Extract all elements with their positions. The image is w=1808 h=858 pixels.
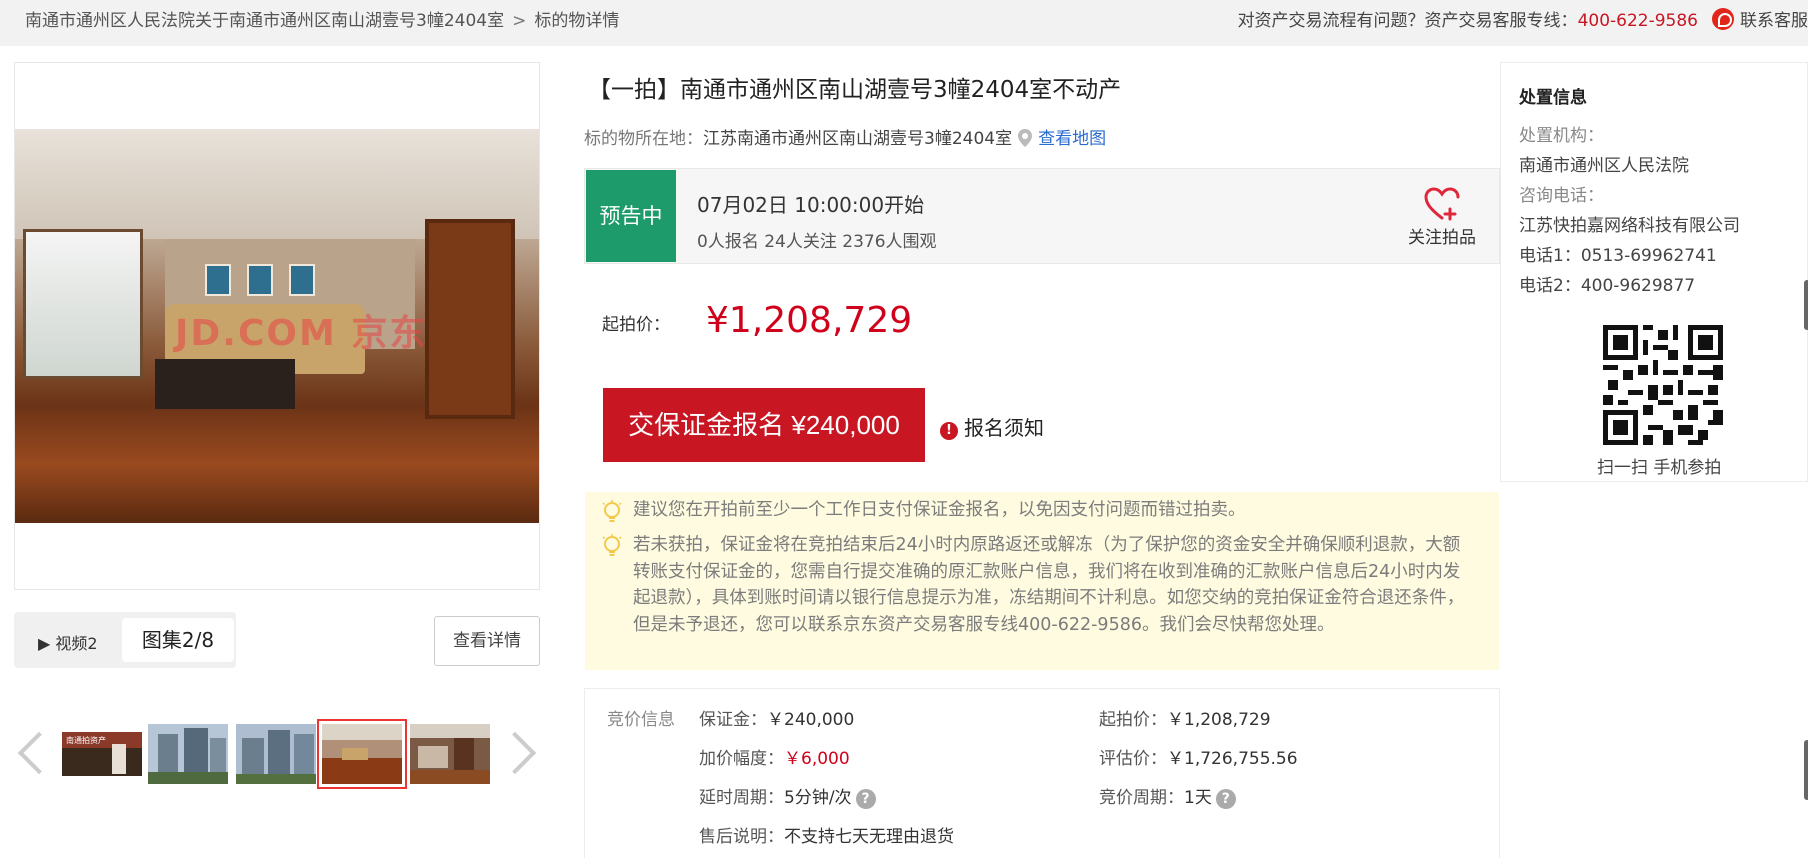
view-details-button[interactable]: 查看详情 (434, 616, 540, 666)
main-photo[interactable]: JD.COM 京东 (15, 129, 539, 523)
alert-icon: ! (940, 422, 958, 440)
phone-2: 电话2：400-9629877 (1519, 276, 1696, 296)
help-question-icon[interactable]: ? (1215, 789, 1236, 809)
appraisal-row: 评估价：￥1,726,755.56 (1099, 744, 1298, 769)
thumbnail-1[interactable]: 南通拍资产 (62, 724, 142, 784)
appraisal-value: ￥1,726,755.56 (1167, 749, 1298, 769)
thumbnail-4-selected[interactable] (317, 719, 407, 789)
tip-2: 若未获拍，保证金将在竞拍结束后24小时内原路返还或解冻（为了保护您的资金安全并确… (633, 535, 1465, 635)
photo-table (155, 359, 295, 409)
qr-caption: 扫一扫 手机参拍 (1597, 458, 1722, 478)
contact-service-link[interactable]: 联系客服 (1740, 11, 1808, 31)
lightbulb-icon (602, 500, 622, 522)
deposit-row: 保证金：￥240,000 (699, 705, 854, 730)
cycle-label: 竞价周期： (1099, 788, 1184, 808)
breadcrumb: 南通市通州区人民法院关于南通市通州区南山湖壹号3幢2404室 > 标的物详情 (25, 6, 619, 31)
increment-value: ￥6,000 (784, 749, 850, 769)
photo-watermark: JD.COM 京东 (175, 313, 428, 354)
registration-notice-link[interactable]: ! 报名须知 (940, 412, 1044, 441)
location-label: 标的物所在地： (584, 129, 703, 149)
status-badge: 预告中 (586, 170, 676, 262)
start-price-value: ￥1,208,729 (1167, 710, 1271, 730)
thumbnail-prev-arrow-icon[interactable] (14, 730, 44, 778)
customer-service-icon[interactable] (1712, 8, 1734, 30)
heart-plus-icon (1424, 187, 1460, 221)
participation-counts: 0人报名 24人关注 2376人围观 (697, 232, 937, 252)
photo-painting (289, 264, 315, 296)
follow-label: 关注拍品 (1408, 228, 1476, 248)
photo-window (23, 229, 143, 379)
thumbnail-caption: 南通拍资产 (66, 735, 106, 745)
cycle-value: 1天 (1184, 788, 1212, 808)
aftersale-label: 售后说明： (699, 827, 784, 847)
bid-info-heading: 竞价信息 (607, 710, 675, 730)
start-price-row: 起拍价：￥1,208,729 (1099, 705, 1271, 730)
follow-button[interactable]: 关注拍品 (1387, 187, 1497, 248)
map-pin-icon (1018, 129, 1033, 147)
appraisal-label: 评估价： (1099, 749, 1167, 769)
thumbnail-3[interactable] (236, 724, 316, 784)
qr-code (1603, 325, 1723, 445)
aftersale-row: 售后说明：不支持七天无理由退货 (699, 822, 954, 847)
location-value: 江苏南通市通州区南山湖壹号3幢2404室 (703, 129, 1013, 149)
thumbnail-5[interactable] (410, 724, 490, 784)
phone-1: 电话1：0513-69962741 (1519, 246, 1717, 266)
hotline-prompt: 对资产交易流程有问题？资产交易客服专线： (1237, 11, 1578, 31)
tip-1: 建议您在开拍前至少一个工作日支付保证金报名，以免因支付问题而错过拍卖。 (633, 500, 1246, 520)
disposal-org-value: 南通市通州区人民法院 (1519, 156, 1689, 176)
tips-box: 建议您在开拍前至少一个工作日支付保证金报名，以免因支付问题而错过拍卖。 若未获拍… (585, 492, 1499, 670)
starting-price: ¥1,208,729 (706, 300, 913, 341)
delay-label: 延时周期： (699, 788, 784, 808)
notice-label: 报名须知 (964, 416, 1044, 440)
view-map-link[interactable]: 查看地图 (1038, 129, 1106, 149)
start-time: 07月02日 10:00:00开始 (697, 193, 925, 217)
help-question-icon[interactable]: ? (855, 789, 876, 809)
aftersale-value: 不支持七天无理由退货 (784, 827, 954, 847)
delay-row: 延时周期：5分钟/次? (699, 783, 876, 809)
auction-status-panel: 预告中 07月02日 10:00:00开始 0人报名 24人关注 2376人围观… (584, 168, 1500, 264)
side-float-tab[interactable] (1804, 280, 1808, 330)
photo-door (425, 219, 515, 419)
consult-phone-label: 咨询电话： (1519, 186, 1604, 206)
starting-price-label: 起拍价： (602, 315, 670, 335)
top-bar: 南通市通州区人民法院关于南通市通州区南山湖壹号3幢2404室 > 标的物详情 对资产… (0, 0, 1808, 46)
breadcrumb-separator: > (512, 11, 527, 31)
media-tabs: ▶ 视频2 图集2/8 (14, 612, 236, 668)
cycle-row: 竞价周期：1天? (1099, 783, 1236, 809)
disposal-org-label: 处置机构： (1519, 126, 1604, 146)
hotline-number: 400-622-9586 (1577, 11, 1698, 31)
bid-info-section: 竞价信息 保证金：￥240,000 起拍价：￥1,208,729 加价幅度：￥6… (584, 688, 1500, 858)
disposal-title: 处置信息 (1519, 88, 1587, 108)
photo-painting (205, 264, 231, 296)
breadcrumb-current: 标的物详情 (534, 11, 620, 31)
disposal-info-panel: 处置信息 处置机构： 南通市通州区人民法院 咨询电话： 江苏快拍嘉网络科技有限公… (1500, 62, 1808, 482)
tab-album[interactable]: 图集2/8 (122, 618, 234, 662)
delay-value: 5分钟/次 (784, 788, 852, 808)
increment-label: 加价幅度： (699, 749, 784, 769)
lightbulb-icon (602, 534, 622, 556)
item-location: 标的物所在地：江苏南通市通州区南山湖壹号3幢2404室 查看地图 (584, 124, 1106, 149)
thumbnail-2[interactable] (148, 724, 228, 784)
start-price-label: 起拍价： (1099, 710, 1167, 730)
side-float-tab[interactable] (1804, 740, 1808, 800)
tab-video[interactable]: ▶ 视频2 (38, 630, 98, 654)
photo-painting (247, 264, 273, 296)
deposit-label: 保证金： (699, 710, 767, 730)
pay-deposit-register-button[interactable]: 交保证金报名 ¥240,000 (603, 388, 925, 462)
item-title: 【一拍】南通市通州区南山湖壹号3幢2404室不动产 (588, 77, 1122, 103)
consult-company: 江苏快拍嘉网络科技有限公司 (1519, 216, 1740, 236)
deposit-value: ￥240,000 (767, 710, 855, 730)
increment-row: 加价幅度：￥6,000 (699, 744, 850, 769)
service-hotline: 对资产交易流程有问题？资产交易客服专线：400-622-9586 联系客服 (1238, 6, 1808, 31)
thumbnail-next-arrow-icon[interactable] (506, 730, 536, 778)
main-photo-frame: JD.COM 京东 (14, 62, 540, 590)
breadcrumb-parent[interactable]: 南通市通州区人民法院关于南通市通州区南山湖壹号3幢2404室 (25, 11, 504, 31)
